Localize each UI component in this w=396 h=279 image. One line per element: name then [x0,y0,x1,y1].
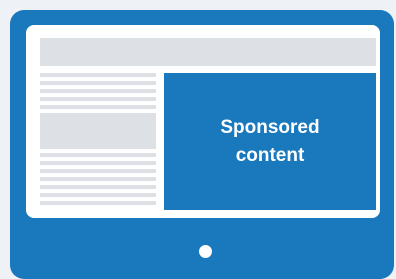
left-column-placeholder [40,73,156,209]
text-line-placeholder [40,177,156,181]
text-line-placeholder [40,185,156,189]
monitor-frame: Sponsored content [10,10,394,279]
text-line-placeholder [40,89,156,93]
text-line-placeholder [40,201,156,205]
text-line-placeholder [40,105,156,109]
text-line-placeholder [40,73,156,77]
text-line-placeholder [40,169,156,173]
sponsored-content-panel: Sponsored content [164,73,376,210]
home-button-icon [199,245,212,258]
illustration: Sponsored content [0,0,396,279]
header-placeholder-bar [40,38,376,66]
text-line-placeholder [40,97,156,101]
screen: Sponsored content [26,25,380,218]
text-line-placeholder [40,153,156,157]
text-line-placeholder [40,161,156,165]
image-placeholder-block [40,113,156,149]
text-line-placeholder [40,81,156,85]
sponsored-content-label: Sponsored content [220,116,320,166]
text-line-placeholder [40,193,156,197]
